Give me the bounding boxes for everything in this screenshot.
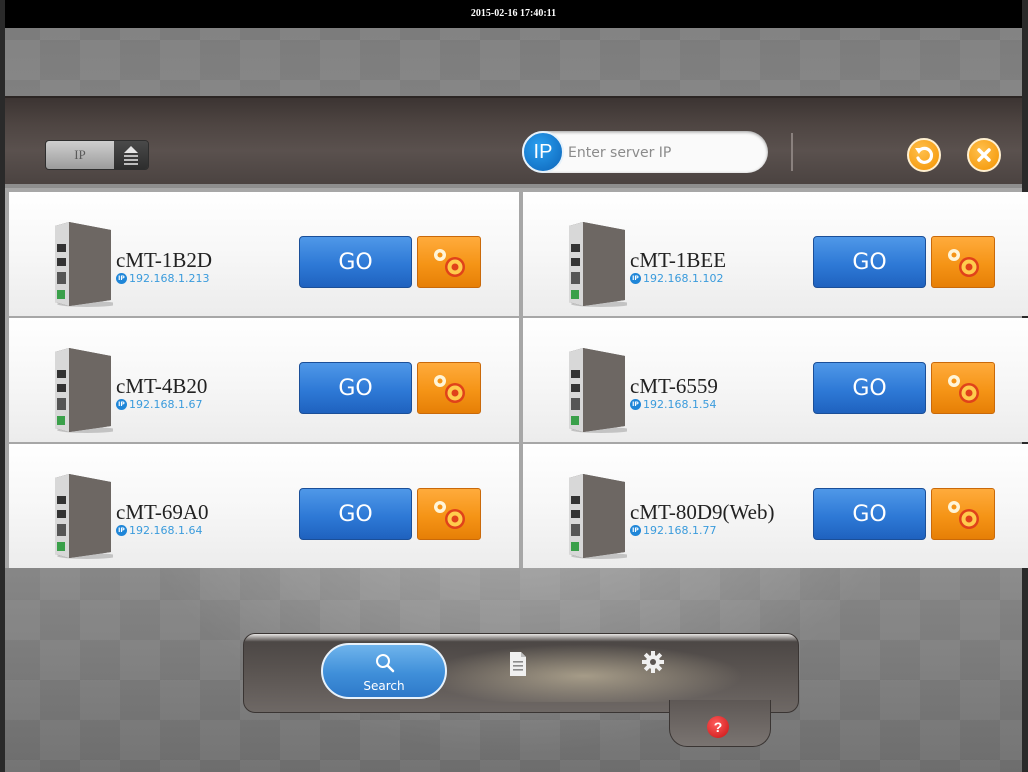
status-bar: 2015-02-16 17:40:11	[5, 0, 1022, 28]
device-card: cMT-4B20 IP 192.168.1.67 GO	[9, 318, 519, 442]
server-ip-input[interactable]	[566, 140, 760, 166]
device-settings-button[interactable]	[417, 488, 481, 540]
ip-badge-icon: IP	[116, 273, 127, 284]
ip-badge-icon: IP	[630, 399, 641, 410]
device-settings-button[interactable]	[417, 362, 481, 414]
refresh-icon	[915, 146, 934, 164]
settings-tab[interactable]	[641, 650, 665, 679]
gears-icon	[434, 375, 465, 403]
device-name: cMT-69A0	[116, 500, 209, 524]
gear-icon	[642, 651, 664, 673]
device-ip: 192.168.1.77	[643, 524, 717, 537]
device-card: cMT-6559 IP 192.168.1.54 GO	[523, 318, 1028, 442]
close-button[interactable]	[967, 138, 1001, 172]
device-grid: cMT-1B2D IP 192.168.1.213 GO cMT-1BEE IP…	[5, 188, 1028, 568]
gears-icon	[948, 501, 979, 529]
device-thumbnail	[55, 222, 113, 307]
device-ip: 192.168.1.213	[129, 272, 210, 285]
toolbar-separator	[791, 133, 793, 171]
ip-badge-icon: IP	[522, 131, 564, 173]
device-thumbnail	[569, 474, 627, 559]
go-button[interactable]: GO	[813, 488, 926, 540]
device-card: cMT-1BEE IP 192.168.1.102 GO	[523, 192, 1028, 316]
magnifier-icon	[376, 654, 395, 673]
device-ip: 192.168.1.102	[643, 272, 724, 285]
device-settings-button[interactable]	[931, 362, 995, 414]
go-button[interactable]: GO	[299, 488, 412, 540]
device-ip: 192.168.1.64	[129, 524, 203, 537]
device-card: cMT-69A0 IP 192.168.1.64 GO	[9, 444, 519, 568]
device-ip: 192.168.1.54	[643, 398, 717, 411]
device-ip-line: IP 192.168.1.213	[116, 272, 209, 285]
ip-badge-icon: IP	[630, 273, 641, 284]
close-icon	[977, 148, 991, 162]
go-button[interactable]: GO	[299, 236, 412, 288]
device-name: cMT-4B20	[116, 374, 208, 398]
device-name: cMT-6559	[630, 374, 718, 398]
go-button[interactable]: GO	[813, 362, 926, 414]
gears-icon	[948, 375, 979, 403]
device-settings-button[interactable]	[931, 236, 995, 288]
device-settings-button[interactable]	[417, 236, 481, 288]
device-ip-line: IP 192.168.1.77	[630, 524, 716, 537]
device-card: cMT-1B2D IP 192.168.1.213 GO	[9, 192, 519, 316]
device-ip-line: IP 192.168.1.102	[630, 272, 723, 285]
status-clock: 2015-02-16 17:40:11	[470, 8, 557, 19]
device-thumbnail	[569, 222, 627, 307]
ip-badge-icon: IP	[116, 399, 127, 410]
device-ip-line: IP 192.168.1.67	[116, 398, 202, 411]
gears-icon	[948, 249, 979, 277]
device-settings-button[interactable]	[931, 488, 995, 540]
device-card: cMT-80D9(Web) IP 192.168.1.77 GO	[523, 444, 1028, 568]
document-tab[interactable]	[508, 651, 528, 682]
device-ip-line: IP 192.168.1.64	[116, 524, 202, 537]
app-screen: 2015-02-16 17:40:11 IP IP Enter server I…	[0, 0, 1028, 772]
top-toolbar	[5, 96, 1022, 186]
gears-icon	[434, 501, 465, 529]
ip-badge-icon: IP	[630, 525, 641, 536]
device-name: cMT-1B2D	[116, 248, 213, 272]
ip-mode-label: IP	[46, 141, 114, 169]
device-ip: 192.168.1.67	[129, 398, 203, 411]
document-icon	[510, 652, 526, 676]
server-ip-field[interactable]: IP	[522, 131, 768, 173]
go-button[interactable]: GO	[299, 362, 412, 414]
device-thumbnail	[55, 474, 113, 559]
list-mode-icon[interactable]	[114, 141, 148, 169]
refresh-button[interactable]	[907, 138, 941, 172]
ip-mode-toggle[interactable]: IP	[45, 140, 149, 170]
go-button[interactable]: GO	[813, 236, 926, 288]
device-thumbnail	[55, 348, 113, 433]
device-thumbnail	[569, 348, 627, 433]
device-ip-line: IP 192.168.1.54	[630, 398, 716, 411]
help-button[interactable]: ?	[707, 716, 729, 738]
search-tab[interactable]: Search	[321, 643, 447, 699]
device-name: cMT-1BEE	[630, 248, 727, 272]
ip-badge-icon: IP	[116, 525, 127, 536]
search-tab-label: Search	[363, 679, 405, 693]
device-name: cMT-80D9(Web)	[630, 500, 775, 524]
gears-icon	[434, 249, 465, 277]
